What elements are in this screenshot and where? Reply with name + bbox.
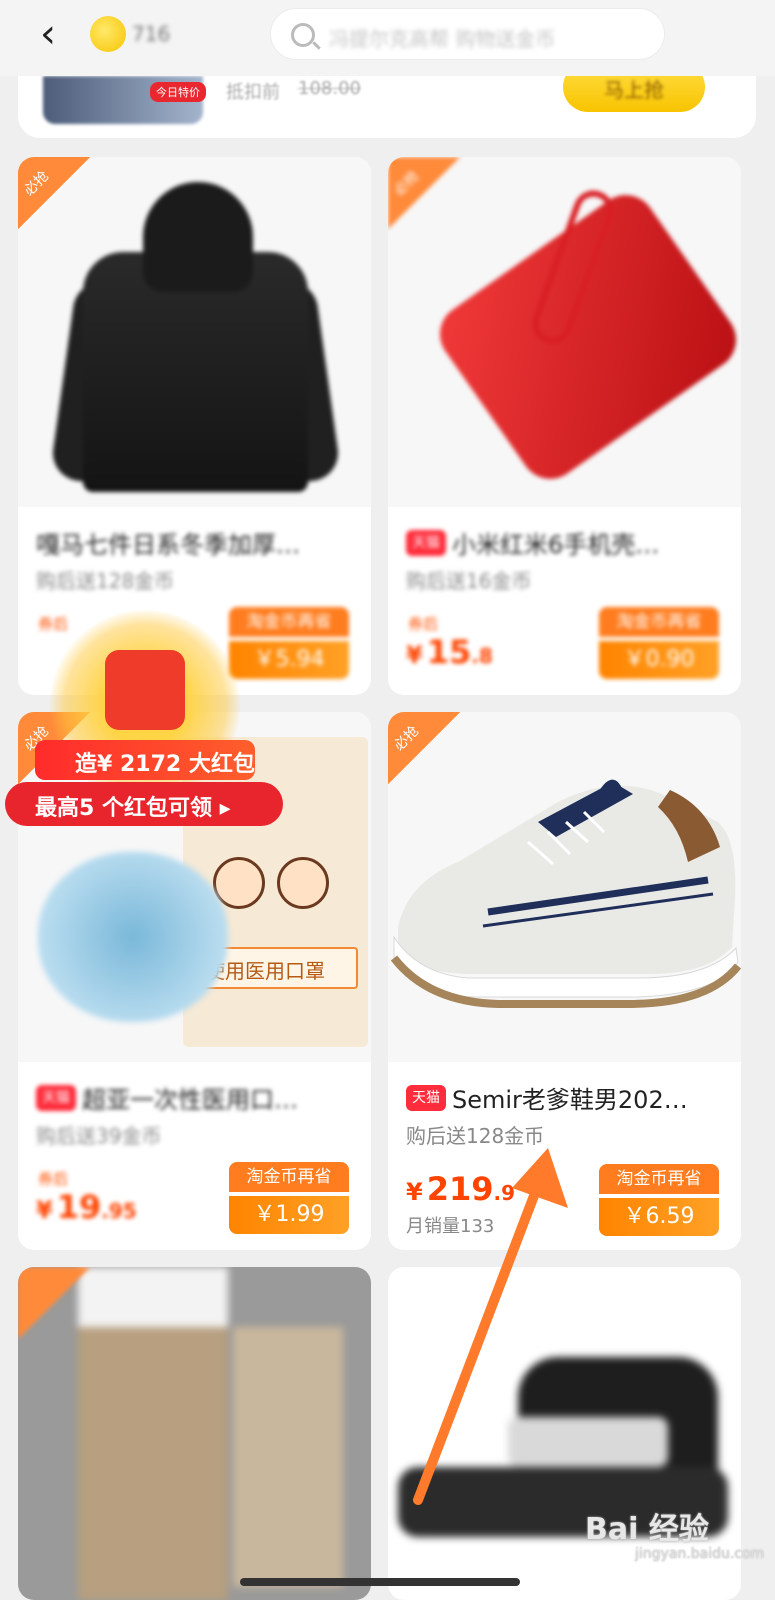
product-title: 天猫 Semir老爹鞋男202… <box>406 1080 736 1114</box>
product-price: ¥15.8 <box>406 633 493 671</box>
blue-mask-image <box>38 852 228 1022</box>
annotation-arrow <box>413 1148 568 1505</box>
coin-reward-text: 购后送39金币 <box>36 1124 162 1148</box>
coin-save-badge: 淘金币再省 ￥6.59 <box>599 1164 719 1236</box>
product-image: 必抢 <box>18 157 371 507</box>
coin-count: 716 <box>132 22 171 46</box>
pants-image <box>78 1267 228 1600</box>
coin-save-badge: 淘金币再省 ￥1.99 <box>229 1162 349 1234</box>
original-price: 108.00 <box>298 78 361 99</box>
product-title: 天猫 超亚一次性医用口… <box>36 1080 366 1114</box>
product-price: ¥19.95 <box>36 1188 137 1226</box>
product-card[interactable]: 必抢 天猫 小米红米6手机壳… 购后送16金币 券后 ¥15.8 淘金币再省 ￥0… <box>388 157 741 695</box>
gold-coin-icon <box>90 16 126 52</box>
product-image: 必抢 <box>388 712 741 1062</box>
red-envelope-icon <box>105 650 185 730</box>
back-icon[interactable]: ‹ <box>28 12 68 56</box>
product-card[interactable] <box>18 1267 371 1600</box>
price-label: 券后 <box>408 615 439 633</box>
tmall-tag: 天猫 <box>36 1084 76 1111</box>
corner-badge: 必抢 <box>388 712 460 784</box>
jacket-image <box>49 182 342 492</box>
tmall-tag: 天猫 <box>406 1084 446 1111</box>
price-label: 抵扣前 <box>226 82 280 103</box>
coin-reward-text: 购后送16金币 <box>406 569 532 593</box>
product-title: 天猫 小米红米6手机壳… <box>406 525 736 559</box>
home-indicator <box>240 1578 520 1586</box>
coin-balance[interactable]: 716 <box>88 14 208 54</box>
search-icon <box>291 23 315 47</box>
coin-save-badge: 淘金币再省 ￥0.90 <box>599 607 719 679</box>
red-packet-claim-bar[interactable]: 最高5 个红包可领 ▸ <box>5 782 283 826</box>
today-special-tag: 今日特价 <box>150 82 206 102</box>
grab-now-label: 马上抢 <box>604 78 664 102</box>
corner-badge: 必抢 <box>18 157 90 229</box>
corner-badge <box>18 1267 90 1339</box>
baidu-watermark: Bai 经验 jingyan.baidu.com <box>585 1512 765 1562</box>
red-packet-widget[interactable]: 造¥ 2172 大红包 最高5 个红包可领 ▸ <box>5 610 285 830</box>
product-title: 嘎马七件日系冬季加厚… <box>36 531 300 559</box>
product-image: 必抢 <box>388 157 741 507</box>
pants-detail-image <box>233 1327 343 1587</box>
tmall-tag: 天猫 <box>406 529 446 556</box>
red-packet-banner: 造¥ 2172 大红包 <box>35 740 255 780</box>
corner-badge: 必抢 <box>388 157 460 229</box>
price-label: 券后 <box>38 1170 69 1188</box>
top-bar: ‹ 716 冯提尔克高帮 购物送金币 <box>0 0 775 76</box>
coin-reward-text: 购后送128金币 <box>36 569 175 593</box>
search-placeholder: 冯提尔克高帮 购物送金币 <box>329 27 556 51</box>
search-input[interactable]: 冯提尔克高帮 购物送金币 <box>270 8 665 60</box>
